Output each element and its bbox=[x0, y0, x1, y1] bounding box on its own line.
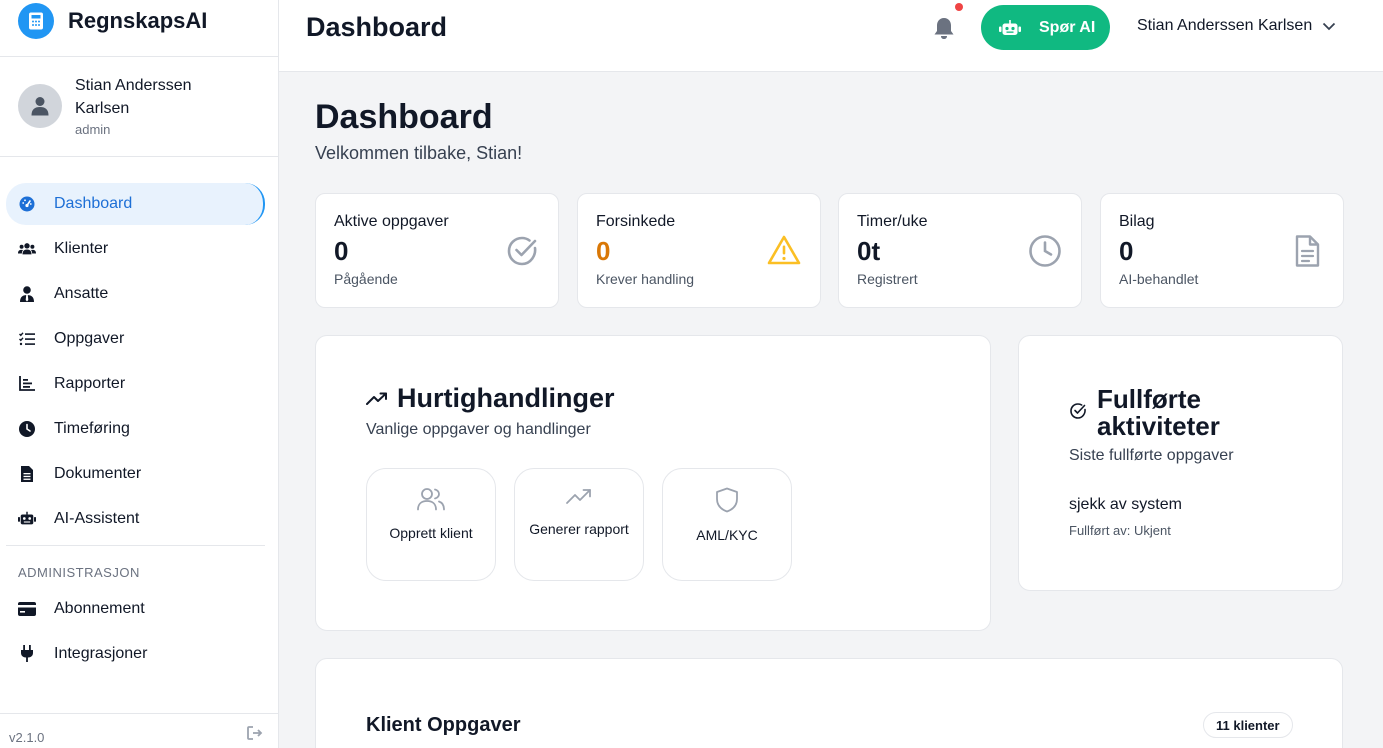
clock-icon bbox=[1027, 233, 1063, 269]
stat-sub: AI-behandlet bbox=[1119, 271, 1199, 287]
credit-card-icon bbox=[18, 600, 36, 618]
sidebar-item-label: Dokumenter bbox=[54, 464, 142, 482]
sidebar-item-label: Integrasjoner bbox=[54, 644, 148, 662]
sidebar-item-oppgaver[interactable]: Oppgaver bbox=[0, 316, 279, 361]
check-circle-icon bbox=[1069, 402, 1087, 425]
check-circle-icon bbox=[504, 233, 540, 269]
stat-card-timer-uke: Timer/uke 0t Registrert bbox=[838, 193, 1082, 308]
sidebar-item-label: Oppgaver bbox=[54, 329, 125, 347]
stat-label: Forsinkede bbox=[596, 213, 676, 230]
client-tasks-panel: Klient Oppgaver 11 klienter bbox=[315, 658, 1343, 748]
stat-card-forsinkede: Forsinkede 0 Krever handling bbox=[577, 193, 821, 308]
sidebar-item-integrasjoner[interactable]: Integrasjoner bbox=[0, 631, 279, 676]
profile-role: admin bbox=[75, 122, 111, 137]
shield-icon bbox=[716, 487, 738, 513]
sidebar-item-label: Timeføring bbox=[54, 419, 130, 437]
avatar bbox=[18, 84, 62, 128]
sidebar-item-rapporter[interactable]: Rapporter bbox=[0, 361, 279, 406]
quick-actions-heading: Hurtighandlinger bbox=[366, 383, 615, 414]
logout-icon[interactable] bbox=[247, 725, 263, 745]
generate-report-button[interactable]: Generer rapport bbox=[514, 468, 644, 581]
sidebar-footer: v2.1.0 bbox=[0, 713, 279, 748]
profile-name: Stian Anderssen Karlsen bbox=[75, 77, 192, 117]
user-tie-icon bbox=[18, 285, 36, 303]
file-icon bbox=[1289, 233, 1325, 269]
sidebar: RegnskapsAI Stian Anderssen Karlsen admi… bbox=[0, 0, 279, 748]
ask-ai-button[interactable]: Spør AI bbox=[981, 5, 1110, 50]
sidebar-nav: Dashboard Klienter Ansatte Oppgaver Rapp… bbox=[0, 181, 279, 676]
user-profile: Stian Anderssen Karlsen admin bbox=[0, 57, 278, 157]
user-icon bbox=[31, 97, 49, 116]
bell-icon[interactable] bbox=[933, 16, 957, 40]
generate-report-label: Generer rapport bbox=[529, 521, 629, 537]
sidebar-item-dashboard[interactable]: Dashboard bbox=[6, 183, 265, 225]
completed-title: Fullførte aktiviteter bbox=[1097, 384, 1220, 441]
top-bar: Dashboard Spør AI Stian Anderssen Karlse… bbox=[279, 0, 1383, 72]
warning-icon bbox=[766, 233, 802, 269]
create-client-button[interactable]: Opprett klient bbox=[366, 468, 496, 581]
robot-icon bbox=[999, 19, 1021, 35]
user-menu[interactable]: Stian Anderssen Karlsen bbox=[1137, 17, 1336, 35]
document-icon bbox=[18, 465, 36, 483]
quick-actions-title: Hurtighandlinger bbox=[397, 383, 615, 413]
sidebar-item-ansatte[interactable]: Ansatte bbox=[0, 271, 279, 316]
chevron-down-icon bbox=[1323, 22, 1336, 30]
tasks-icon bbox=[18, 330, 36, 348]
stat-card-bilag: Bilag 0 AI-behandlet bbox=[1100, 193, 1344, 308]
stat-label: Timer/uke bbox=[857, 213, 928, 230]
trending-up-icon bbox=[566, 489, 591, 504]
page-subtitle: Velkommen tilbake, Stian! bbox=[315, 143, 523, 163]
stat-label: Bilag bbox=[1119, 213, 1155, 230]
stat-sub: Krever handling bbox=[596, 271, 695, 287]
brand: RegnskapsAI bbox=[0, 0, 278, 57]
sidebar-item-abonnement[interactable]: Abonnement bbox=[0, 586, 279, 631]
nav-section-admin: ADMINISTRASJON bbox=[18, 565, 140, 580]
sidebar-item-ai-assistent[interactable]: AI-Assistent bbox=[0, 496, 279, 541]
topbar-title: Dashboard bbox=[306, 12, 448, 42]
completed-activities-panel: Fullførte aktiviteter Siste fullførte op… bbox=[1018, 335, 1343, 591]
sidebar-item-label: AI-Assistent bbox=[54, 509, 140, 527]
trending-up-icon bbox=[366, 392, 387, 405]
page-title: Dashboard bbox=[315, 98, 493, 136]
quick-actions-subtitle: Vanlige oppgaver og handlinger bbox=[366, 421, 591, 438]
completed-item-meta: Fullført av: Ukjent bbox=[1069, 523, 1171, 538]
aml-kyc-button[interactable]: AML/KYC bbox=[662, 468, 792, 581]
app-name: RegnskapsAI bbox=[68, 8, 208, 33]
stat-sub: Pågående bbox=[334, 271, 398, 287]
sidebar-item-label: Klienter bbox=[54, 239, 109, 257]
plug-icon bbox=[18, 645, 36, 663]
quick-actions-panel: Hurtighandlinger Vanlige oppgaver og han… bbox=[315, 335, 991, 631]
create-client-label: Opprett klient bbox=[389, 525, 473, 541]
notification-dot bbox=[955, 3, 963, 11]
completed-item-title: sjekk av system bbox=[1069, 496, 1182, 513]
sidebar-item-label: Dashboard bbox=[54, 195, 133, 212]
completed-subtitle: Siste fullførte oppgaver bbox=[1069, 447, 1234, 464]
users-icon bbox=[18, 240, 36, 258]
aml-kyc-label: AML/KYC bbox=[696, 527, 758, 543]
users-icon bbox=[417, 488, 445, 511]
app-version: v2.1.0 bbox=[9, 729, 45, 745]
sidebar-item-label: Abonnement bbox=[54, 599, 145, 617]
sidebar-item-klienter[interactable]: Klienter bbox=[0, 226, 279, 271]
client-count-badge: 11 klienter bbox=[1203, 712, 1293, 738]
sidebar-item-label: Rapporter bbox=[54, 374, 126, 392]
clock-icon bbox=[18, 420, 36, 438]
chart-icon bbox=[18, 375, 36, 393]
robot-icon bbox=[18, 510, 36, 528]
dashboard-icon bbox=[18, 195, 36, 213]
user-menu-name: Stian Anderssen Karlsen bbox=[1137, 17, 1313, 34]
stat-sub: Registrert bbox=[857, 271, 918, 287]
stat-card-aktive-oppgaver: Aktive oppgaver 0 Pågående bbox=[315, 193, 559, 308]
sidebar-item-label: Ansatte bbox=[54, 284, 109, 302]
ask-ai-label: Spør AI bbox=[1039, 18, 1096, 36]
stat-label: Aktive oppgaver bbox=[334, 213, 449, 230]
client-tasks-title: Klient Oppgaver bbox=[366, 714, 521, 736]
calculator-icon bbox=[18, 3, 54, 39]
sidebar-item-timeforing[interactable]: Timeføring bbox=[0, 406, 279, 451]
sidebar-item-dokumenter[interactable]: Dokumenter bbox=[0, 451, 279, 496]
